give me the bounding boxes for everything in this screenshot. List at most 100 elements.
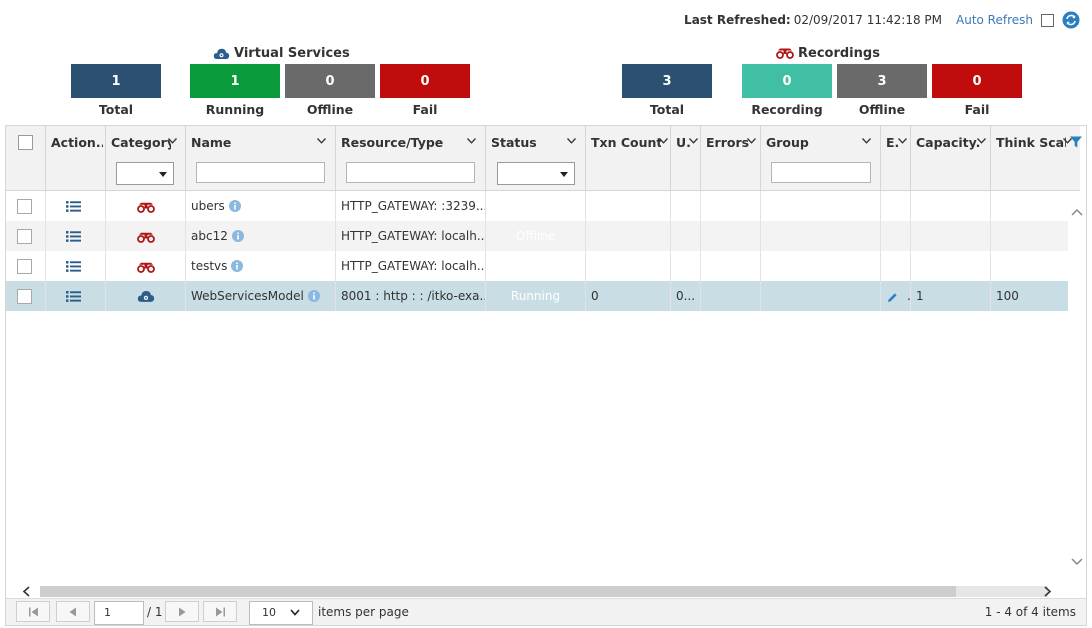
row-select-cell	[6, 221, 46, 251]
horizontal-scrollbar[interactable]	[6, 584, 1070, 598]
last-refreshed-value: 02/09/2017 11:42:18 PM	[793, 13, 942, 27]
resource-filter-input[interactable]	[346, 162, 475, 183]
row-group-cell	[761, 251, 881, 281]
chevron-down-icon[interactable]	[467, 138, 476, 144]
pager-info: 1 - 4 of 4 items	[984, 605, 1076, 619]
row-errors-cell	[701, 281, 761, 311]
chevron-down-icon[interactable]	[862, 138, 871, 144]
column-header-group[interactable]: Group	[761, 126, 881, 190]
list-menu-icon[interactable]	[66, 231, 81, 242]
group-filter-input[interactable]	[771, 162, 871, 183]
row-name-text[interactable]: testvs	[191, 259, 227, 273]
row-name-text[interactable]: abc12	[191, 229, 228, 243]
refresh-bar: Last Refreshed: 02/09/2017 11:42:18 PM A…	[684, 11, 1080, 29]
chevron-down-icon[interactable]	[747, 138, 756, 144]
list-menu-icon[interactable]	[66, 291, 81, 302]
row-capacity-cell	[911, 221, 991, 251]
chevron-down-icon[interactable]	[977, 138, 986, 144]
name-filter-input[interactable]	[196, 162, 325, 183]
row-checkbox[interactable]	[17, 199, 32, 214]
column-header-resource[interactable]: Resource/Type	[336, 126, 486, 190]
vs-total-stat[interactable]: 1 Total	[71, 64, 161, 117]
row-u-cell	[671, 191, 701, 221]
rec-total-stat[interactable]: 3 Total	[622, 64, 712, 117]
rec-recording-stat[interactable]: 0 Recording	[742, 64, 832, 117]
first-page-button[interactable]	[16, 601, 50, 622]
row-name-text[interactable]: WebServicesModel	[191, 289, 304, 303]
list-menu-icon[interactable]	[66, 261, 81, 272]
table-row[interactable]: ubers HTTP_GATEWAY: :3239...	[6, 191, 1070, 221]
row-name-text[interactable]: ubers	[191, 199, 225, 213]
info-icon[interactable]	[228, 199, 241, 212]
table-row[interactable]: abc12 HTTP_GATEWAY: localh... Offline	[6, 221, 1070, 251]
table-row[interactable]: testvs HTTP_GATEWAY: localh...	[6, 251, 1070, 281]
vs-running-stat[interactable]: 1 Running	[190, 64, 280, 117]
services-grid: Action... Category... Name Resource/Type…	[5, 125, 1087, 626]
column-header-e[interactable]: E...	[881, 126, 911, 190]
column-header-u[interactable]: U...	[671, 126, 701, 190]
column-title-name: Name	[191, 135, 232, 150]
column-header-errors[interactable]: Errors...	[701, 126, 761, 190]
filter-icon[interactable]	[1069, 135, 1083, 149]
column-header-action[interactable]: Action...	[46, 126, 106, 190]
chevron-down-icon[interactable]	[168, 138, 177, 144]
info-icon[interactable]	[231, 229, 244, 242]
scroll-left-icon[interactable]	[22, 586, 31, 597]
column-header-txn-count[interactable]: Txn Count...	[586, 126, 671, 190]
chevron-down-icon[interactable]	[567, 138, 576, 144]
row-group-cell	[761, 221, 881, 251]
edit-pencil-icon[interactable]	[887, 292, 898, 303]
header-select-cell	[6, 126, 46, 190]
row-e-cell: .	[881, 281, 911, 311]
chevron-down-icon[interactable]	[689, 138, 698, 144]
vertical-scrollbar[interactable]	[1068, 191, 1086, 584]
row-e-cell	[881, 221, 911, 251]
page-number-input[interactable]: 1	[94, 601, 144, 625]
auto-refresh-link[interactable]: Auto Refresh	[956, 13, 1033, 27]
info-icon[interactable]	[231, 259, 244, 272]
next-page-button[interactable]	[165, 601, 199, 622]
auto-refresh-checkbox[interactable]	[1041, 13, 1054, 27]
vs-total-value: 1	[71, 64, 161, 98]
row-checkbox[interactable]	[17, 289, 32, 304]
status-filter-select[interactable]	[497, 162, 575, 185]
prev-page-button[interactable]	[56, 601, 90, 622]
select-all-checkbox[interactable]	[18, 135, 33, 150]
column-header-capacity[interactable]: Capacity...	[911, 126, 991, 190]
row-action-cell	[46, 281, 106, 311]
list-menu-icon[interactable]	[66, 201, 81, 212]
row-errors-cell	[701, 251, 761, 281]
recordings-title-text: Recordings	[798, 45, 880, 61]
refresh-icon[interactable]	[1062, 11, 1080, 29]
page-size-select[interactable]: 10	[249, 601, 313, 625]
row-txn-count-cell	[586, 191, 671, 221]
scrollbar-thumb[interactable]	[40, 586, 956, 597]
row-capacity-cell	[911, 251, 991, 281]
column-header-name[interactable]: Name	[186, 126, 336, 190]
scroll-down-icon[interactable]	[1071, 558, 1083, 566]
chevron-down-icon[interactable]	[659, 138, 668, 144]
row-resource-cell: HTTP_GATEWAY: :3239...	[336, 191, 486, 221]
row-category-cell	[106, 251, 186, 281]
rec-recording-label: Recording	[751, 102, 823, 117]
rec-offline-stat[interactable]: 3 Offline	[837, 64, 927, 117]
table-row[interactable]: WebServicesModel 8001 : http : : /itko-e…	[6, 281, 1070, 311]
last-refreshed-label: Last Refreshed:	[684, 13, 791, 27]
column-header-think-scale[interactable]: Think Scale...	[991, 126, 1080, 190]
row-checkbox[interactable]	[17, 229, 32, 244]
last-page-button[interactable]	[203, 601, 237, 622]
column-header-category[interactable]: Category...	[106, 126, 186, 190]
category-filter-select[interactable]	[116, 162, 174, 185]
rec-fail-stat[interactable]: 0 Fail	[932, 64, 1022, 117]
next-page-icon	[179, 607, 186, 616]
vs-fail-stat[interactable]: 0 Fail	[380, 64, 470, 117]
column-header-status[interactable]: Status	[486, 126, 586, 190]
row-checkbox[interactable]	[17, 259, 32, 274]
chevron-down-icon[interactable]	[898, 138, 907, 144]
chevron-down-icon[interactable]	[317, 138, 326, 144]
column-title-group: Group	[766, 135, 809, 150]
scroll-right-icon[interactable]	[1043, 586, 1052, 597]
scroll-up-icon[interactable]	[1071, 208, 1083, 216]
info-icon[interactable]	[307, 289, 320, 302]
vs-offline-stat[interactable]: 0 Offline	[285, 64, 375, 117]
